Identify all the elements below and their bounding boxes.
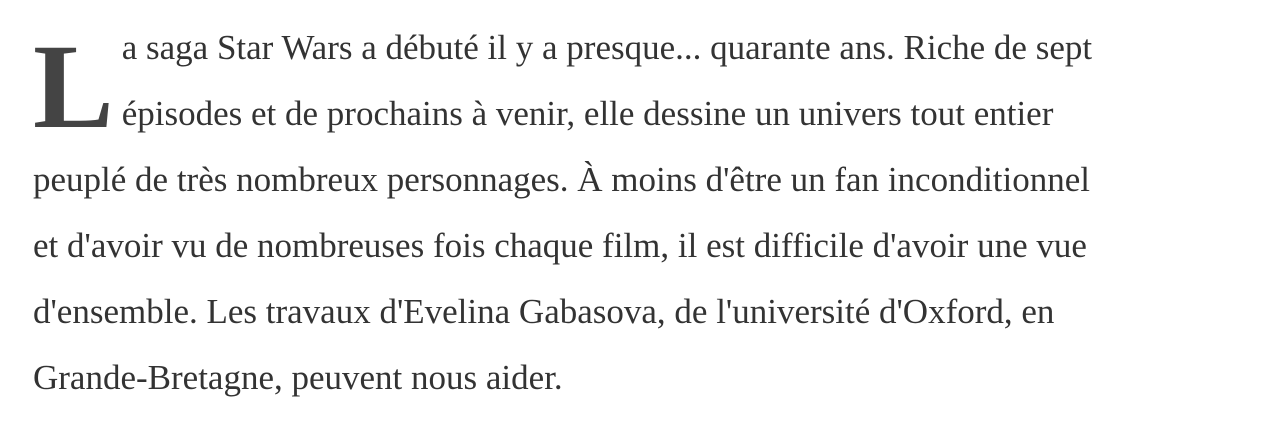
- paragraph-line-5: d'ensemble. Les travaux d'Evelina Gabaso…: [33, 292, 1055, 331]
- drop-cap-letter: L: [33, 20, 114, 154]
- paragraph-line-6: Grande-Bretagne, peuvent nous aider.: [33, 358, 563, 397]
- paragraph-line-3: peuplé de très nombreux personnages. À m…: [33, 160, 1091, 199]
- article-paragraph: L a saga Star Wars a débuté il y a presq…: [33, 15, 1248, 411]
- paragraph-line-4: et d'avoir vu de nombreuses fois chaque …: [33, 226, 1087, 265]
- paragraph-line-1: a saga Star Wars a débuté il y a presque…: [121, 28, 1093, 67]
- paragraph-line-2: épisodes et de prochains à venir, elle d…: [121, 94, 1054, 133]
